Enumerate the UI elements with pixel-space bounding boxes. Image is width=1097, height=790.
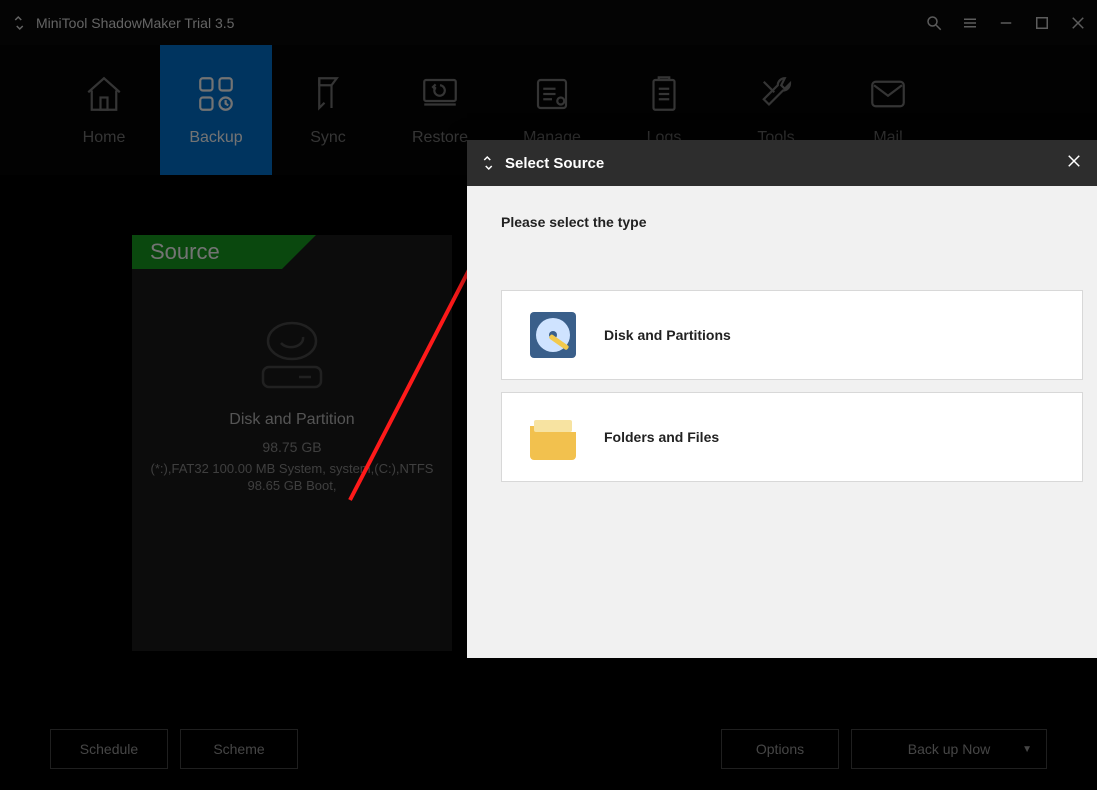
hdd-icon (526, 308, 580, 362)
dialog-close-icon[interactable] (1065, 152, 1083, 175)
dialog-title: Select Source (505, 155, 604, 172)
option-label: Folders and Files (604, 429, 719, 445)
option-folders-and-files[interactable]: Folders and Files (501, 392, 1083, 482)
dialog-header: Select Source (467, 140, 1097, 186)
folder-icon (526, 410, 580, 464)
option-disk-and-partitions[interactable]: Disk and Partitions (501, 290, 1083, 380)
dialog-prompt: Please select the type (501, 214, 1083, 230)
option-label: Disk and Partitions (604, 327, 731, 343)
select-source-dialog: Select Source Please select the type Dis… (467, 140, 1097, 658)
dialog-logo-icon (479, 154, 497, 172)
